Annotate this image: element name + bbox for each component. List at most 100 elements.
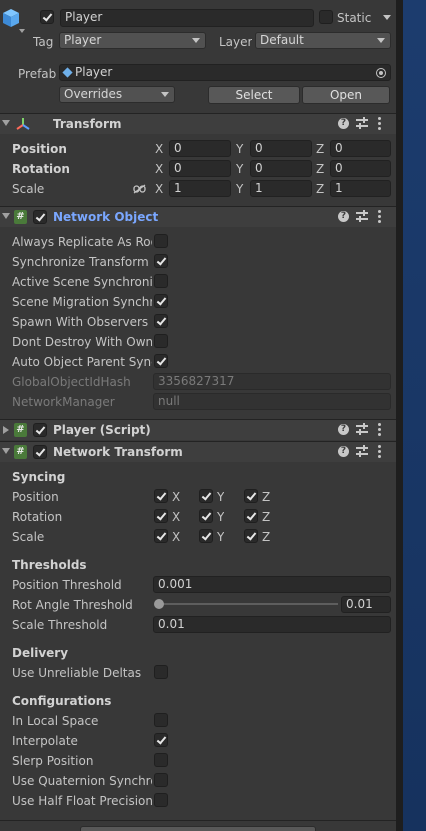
network-object-row-checkbox[interactable] bbox=[154, 294, 168, 308]
more-options-icon[interactable] bbox=[378, 210, 381, 223]
config-row-checkbox[interactable] bbox=[154, 773, 168, 787]
network-transform-title: Network Transform bbox=[53, 445, 183, 459]
network-object-row-checkbox[interactable] bbox=[154, 314, 168, 328]
rot-angle-threshold-label: Rot Angle Threshold bbox=[12, 598, 133, 612]
add-component-button-edge[interactable] bbox=[80, 826, 316, 831]
scale-x-label[interactable]: X bbox=[155, 182, 163, 196]
network-transform-enabled-toggle[interactable] bbox=[33, 445, 47, 459]
help-icon[interactable]: ? bbox=[338, 424, 349, 435]
help-icon[interactable]: ? bbox=[338, 446, 349, 457]
rot-angle-threshold-input[interactable]: 0.01 bbox=[341, 596, 391, 613]
network-object-row-checkbox[interactable] bbox=[154, 354, 168, 368]
select-button[interactable]: Select bbox=[208, 86, 300, 104]
network-object-row-label: Auto Object Parent Sync bbox=[12, 355, 152, 369]
layer-dropdown[interactable]: Default bbox=[255, 32, 391, 49]
target-icon[interactable] bbox=[376, 68, 386, 78]
presets-icon[interactable] bbox=[356, 117, 368, 129]
rot-y-label[interactable]: Y bbox=[236, 162, 243, 176]
more-options-icon[interactable] bbox=[378, 445, 381, 458]
network-object-row-checkbox[interactable] bbox=[154, 274, 168, 288]
sync-z-checkbox[interactable] bbox=[244, 529, 258, 543]
open-button[interactable]: Open bbox=[302, 86, 390, 104]
network-object-row-label: Always Replicate As Roo bbox=[12, 235, 152, 249]
prefab-field[interactable]: Player bbox=[59, 64, 391, 81]
config-row-checkbox[interactable] bbox=[154, 713, 168, 727]
config-row-label: Slerp Position bbox=[12, 754, 94, 768]
link-off-icon[interactable] bbox=[133, 183, 146, 194]
sync-y-checkbox[interactable] bbox=[199, 529, 213, 543]
rot-y-input[interactable]: 0 bbox=[250, 160, 312, 177]
config-row-checkbox[interactable] bbox=[154, 793, 168, 807]
chevron-down-icon bbox=[377, 38, 385, 43]
pos-z-input[interactable]: 0 bbox=[330, 140, 391, 157]
pos-y-input[interactable]: 0 bbox=[250, 140, 312, 157]
network-object-row-checkbox[interactable] bbox=[154, 254, 168, 268]
foldout-arrow-icon bbox=[2, 120, 10, 126]
more-options-icon[interactable] bbox=[378, 423, 381, 436]
more-options-icon[interactable] bbox=[378, 117, 381, 130]
rot-x-label[interactable]: X bbox=[155, 162, 163, 176]
sync-y-checkbox[interactable] bbox=[199, 509, 213, 523]
active-toggle[interactable] bbox=[40, 10, 54, 24]
config-row-label: In Local Space bbox=[12, 714, 99, 728]
scale-y-label[interactable]: Y bbox=[236, 182, 243, 196]
network-object-row-checkbox[interactable] bbox=[154, 334, 168, 348]
player-script-header[interactable]: # Player (Script) ? bbox=[0, 419, 396, 440]
sync-z-checkbox[interactable] bbox=[244, 509, 258, 523]
scale-threshold-input[interactable]: 0.01 bbox=[153, 616, 391, 633]
bottom-divider bbox=[0, 820, 396, 821]
scale-z-input[interactable]: 1 bbox=[330, 180, 391, 197]
config-row-checkbox[interactable] bbox=[154, 753, 168, 767]
scale-y-input[interactable]: 1 bbox=[250, 180, 312, 197]
rot-angle-slider-track[interactable] bbox=[158, 603, 338, 605]
presets-icon[interactable] bbox=[356, 423, 368, 435]
config-row-checkbox[interactable] bbox=[154, 733, 168, 747]
pos-y-label[interactable]: Y bbox=[236, 142, 243, 156]
presets-icon[interactable] bbox=[356, 210, 368, 222]
network-object-row-label: Synchronize Transform bbox=[12, 255, 149, 269]
network-object-header[interactable]: # Network Object ? bbox=[0, 206, 396, 227]
presets-icon[interactable] bbox=[356, 445, 368, 457]
pos-z-label[interactable]: Z bbox=[316, 142, 324, 156]
use-unreliable-deltas-checkbox[interactable] bbox=[154, 665, 168, 679]
rot-z-label[interactable]: Z bbox=[316, 162, 324, 176]
static-toggle[interactable] bbox=[319, 10, 333, 24]
sync-x-checkbox[interactable] bbox=[154, 509, 168, 523]
network-object-enabled-toggle[interactable] bbox=[33, 210, 47, 224]
use-unreliable-deltas-label: Use Unreliable Deltas bbox=[12, 666, 142, 680]
pos-x-label[interactable]: X bbox=[155, 142, 163, 156]
rot-angle-slider-knob[interactable] bbox=[154, 599, 164, 609]
rot-x-input[interactable]: 0 bbox=[169, 160, 231, 177]
transform-header[interactable]: Transform ? bbox=[0, 113, 396, 134]
rot-z-input[interactable]: 0 bbox=[330, 160, 391, 177]
sync-y-checkbox[interactable] bbox=[199, 489, 213, 503]
sync-z-checkbox[interactable] bbox=[244, 489, 258, 503]
static-dropdown-arrow[interactable] bbox=[383, 15, 391, 20]
network-transform-header[interactable]: # Network Transform ? bbox=[0, 441, 396, 462]
global-object-id-hash-field: 3356827317 bbox=[153, 373, 391, 390]
overrides-dropdown[interactable]: Overrides bbox=[59, 86, 175, 103]
sync-x-checkbox[interactable] bbox=[154, 529, 168, 543]
scale-x-input[interactable]: 1 bbox=[169, 180, 231, 197]
help-icon[interactable]: ? bbox=[338, 118, 349, 129]
icon-dropdown-arrow[interactable] bbox=[19, 29, 25, 33]
scale-z-label[interactable]: Z bbox=[316, 182, 324, 196]
scale-threshold-label: Scale Threshold bbox=[12, 618, 108, 632]
config-row-label: Interpolate bbox=[12, 734, 78, 748]
config-row-label: Use Half Float Precision bbox=[12, 794, 152, 808]
sync-x-checkbox[interactable] bbox=[154, 489, 168, 503]
pos-x-input[interactable]: 0 bbox=[169, 140, 231, 157]
script-icon: # bbox=[14, 210, 27, 224]
network-object-row-checkbox[interactable] bbox=[154, 234, 168, 248]
layer-label: Layer bbox=[219, 35, 253, 49]
tag-dropdown[interactable]: Player bbox=[59, 32, 206, 49]
chevron-down-icon bbox=[192, 38, 200, 43]
position-threshold-input[interactable]: 0.001 bbox=[153, 576, 391, 593]
layer-value: Default bbox=[260, 33, 304, 47]
sync-x-label: X bbox=[172, 490, 181, 504]
gameobject-name-input[interactable]: Player bbox=[60, 9, 314, 27]
player-script-enabled-toggle[interactable] bbox=[33, 423, 47, 437]
prefab-icon bbox=[62, 67, 73, 78]
help-icon[interactable]: ? bbox=[338, 211, 349, 222]
sync-x-label: X bbox=[172, 510, 181, 524]
